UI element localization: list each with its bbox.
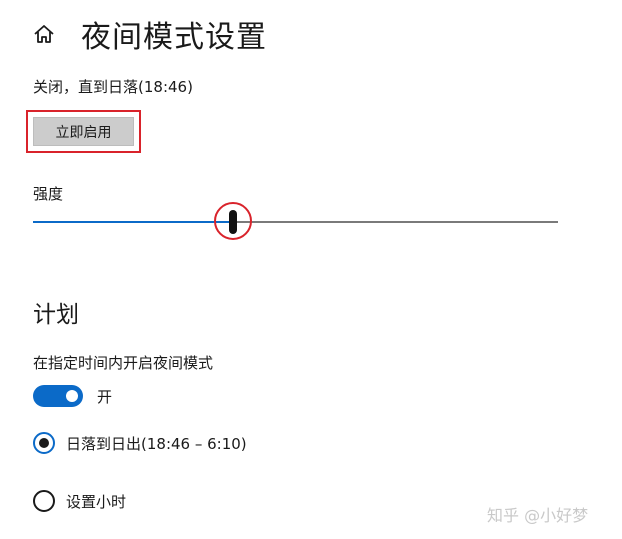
page-header: 夜间模式设置 [33, 14, 267, 55]
schedule-section-title: 计划 [33, 302, 79, 328]
watermark: 知乎 @小好梦 [487, 506, 589, 525]
page-title: 夜间模式设置 [81, 20, 267, 55]
enable-now-button[interactable]: 立即启用 [33, 117, 134, 146]
slider-track [233, 221, 558, 223]
schedule-toggle-label: 在指定时间内开启夜间模式 [33, 354, 214, 372]
radio-label: 日落到日出(18:46 – 6:10) [66, 434, 247, 453]
schedule-toggle-row: 开 [33, 385, 112, 407]
enable-button-highlight: 立即启用 [26, 110, 141, 153]
toggle-knob [66, 390, 78, 402]
schedule-toggle[interactable] [33, 385, 83, 407]
status-text: 关闭，直到日落(18:46) [33, 78, 193, 96]
strength-slider[interactable] [33, 202, 558, 240]
home-icon[interactable] [33, 23, 55, 45]
slider-thumb[interactable] [229, 210, 237, 234]
strength-label: 强度 [33, 185, 64, 203]
radio-set-hours[interactable]: 设置小时 [33, 490, 126, 512]
slider-fill [33, 221, 233, 223]
radio-sunset-sunrise[interactable]: 日落到日出(18:46 – 6:10) [33, 432, 247, 454]
radio-button-unchecked[interactable] [33, 490, 55, 512]
radio-label: 设置小时 [66, 492, 127, 511]
toggle-state-text: 开 [97, 387, 113, 406]
radio-button-checked[interactable] [33, 432, 55, 454]
